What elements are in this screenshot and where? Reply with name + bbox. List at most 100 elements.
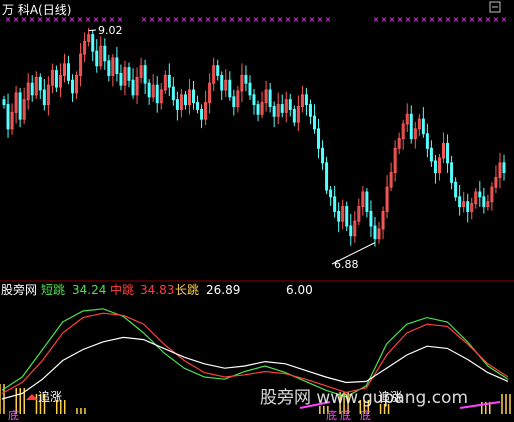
candle-body [369,210,373,227]
top-signal-mark: × [261,15,268,24]
candle-body [38,76,42,91]
candle-body [292,108,296,123]
top-signal-mark: × [213,15,220,24]
annotation-chase-1: 追涨 [38,389,62,404]
stock-chart: 万 科A(日线) × × × × × × × × × × × × × × × × × × × × × × × × × × × × × × ×… [0,1,514,422]
top-signal-mark: × [437,15,444,24]
candle-body [107,60,111,76]
candle-body [216,65,220,76]
top-signal-mark: × [93,15,100,24]
watermark: 股旁网 www.gupang.com [260,388,468,408]
candle-body [220,74,224,91]
series-short-value: 34.24 [72,283,106,297]
top-signal-mark: × [29,15,36,24]
top-signal-mark: × [309,15,316,24]
candle-body [228,79,232,98]
indicator-line-2 [1,312,509,395]
candle-body [304,94,308,106]
candle-body [268,89,272,108]
top-signal-mark: × [253,15,260,24]
top-signal-mark: × [205,15,212,24]
top-signal-mark: × [69,15,76,24]
candle-body [175,99,179,110]
top-signal-mark: × [5,15,12,24]
top-signal-mark: × [85,15,92,24]
candle-body [183,94,187,106]
candle-body [91,34,95,52]
candle-body [119,72,123,86]
top-signal-mark: × [197,15,204,24]
candle-body [147,82,151,98]
top-signal-mark: × [53,15,60,24]
top-signal-mark: × [429,15,436,24]
low-price-label: 6.88 [334,258,359,271]
candle-body [478,191,482,198]
candle-body [30,82,34,96]
top-signal-mark: × [421,15,428,24]
top-signal-mark: × [181,15,188,24]
candle-body [244,74,248,84]
candle-body [18,92,22,120]
candle-body [349,225,353,237]
high-price-label: 9.02 [98,24,123,37]
top-signal-mark: × [189,15,196,24]
candle-body [308,104,312,117]
candle-body [345,206,349,227]
top-signal-mark: × [381,15,388,24]
top-signal-mark: × [13,15,20,24]
top-signal-mark: × [469,15,476,24]
candle-body [333,196,337,212]
top-signal-mark: × [389,15,396,24]
candle-body [272,106,276,117]
candle-body [482,196,486,208]
candle-body [71,79,75,94]
high-pointer [88,29,97,32]
top-signal-mark: × [149,15,156,24]
top-signal-mark: × [413,15,420,24]
candle-body [280,104,284,113]
top-signal-mark: × [269,15,276,24]
candle-body [312,115,316,130]
top-signal-mark: × [477,15,484,24]
candle-body [317,128,321,149]
candle-body [171,86,175,101]
candle-body [95,50,99,67]
top-signal-mark: × [37,15,44,24]
candle-body [325,162,329,191]
candle-body [103,45,107,62]
candle-body [155,84,159,104]
candle-body [433,160,437,174]
top-signal-mark: × [453,15,460,24]
candle-body [409,113,413,140]
annotation-bottom-2: 底 [326,408,337,422]
candle-body [54,70,58,88]
annotation-bottom-1: 底 [8,408,19,422]
corner-buttons[interactable] [489,1,501,13]
candle-body [200,108,204,120]
candle-body [256,104,260,115]
top-signal-mark: × [157,15,164,24]
candle-body [192,89,196,104]
candle-body [454,181,458,198]
top-signal-mark: × [77,15,84,24]
top-signal-mark: × [61,15,68,24]
candle-body [329,189,333,198]
candle-body [373,225,377,240]
top-signal-mark: × [325,15,332,24]
candle-body [337,210,341,222]
top-signal-mark: × [221,15,228,24]
top-signal-mark: × [109,15,116,24]
top-signal-mark: × [317,15,324,24]
top-signal-mark: × [373,15,380,24]
top-signal-mark: × [461,15,468,24]
top-signal-mark: × [229,15,236,24]
top-signal-mark: × [293,15,300,24]
top-signal-mark: × [141,15,148,24]
top-signal-mark: × [485,15,492,24]
top-signal-mark: × [45,15,52,24]
top-signal-mark: × [277,15,284,24]
series-long-name: 长跳 [175,283,199,297]
top-signal-mark: × [501,15,508,24]
top-signal-mark: × [397,15,404,24]
top-signal-mark: × [445,15,452,24]
